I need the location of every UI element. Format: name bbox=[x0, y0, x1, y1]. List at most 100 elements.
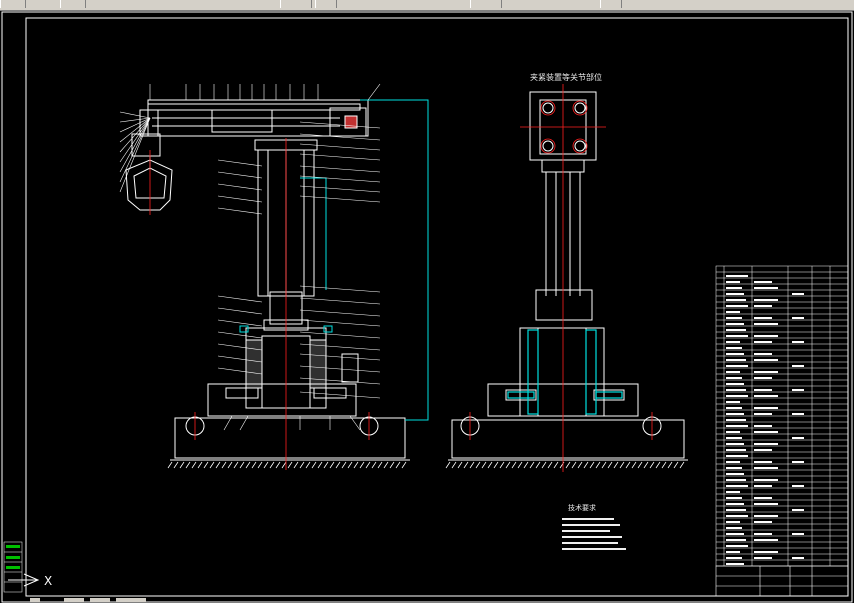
drawing-line bbox=[553, 461, 559, 469]
drawing-line bbox=[631, 461, 637, 469]
drawing-line bbox=[661, 461, 667, 469]
drawing-line bbox=[215, 461, 221, 469]
drawing-rect bbox=[726, 491, 740, 493]
title-block bbox=[715, 565, 849, 597]
drawing-rect bbox=[726, 407, 742, 409]
drawing-line bbox=[559, 461, 565, 469]
drawing-line bbox=[217, 195, 263, 203]
drawing-line bbox=[475, 461, 481, 469]
drawing-line bbox=[275, 461, 281, 469]
drawing-line bbox=[233, 461, 239, 469]
drawing-rect bbox=[754, 389, 772, 391]
drawing-line bbox=[505, 461, 511, 469]
left-strip-green bbox=[6, 545, 20, 569]
drawing-rect bbox=[726, 395, 748, 397]
drawing-line bbox=[263, 461, 269, 469]
drawing-rect bbox=[726, 503, 744, 505]
drawing-rect bbox=[754, 557, 772, 559]
drawing-line bbox=[299, 185, 381, 193]
drawing-line bbox=[269, 461, 275, 469]
side-center-lines bbox=[469, 84, 653, 472]
drawing-line bbox=[625, 461, 631, 469]
drawing-line bbox=[457, 461, 463, 469]
side-cyan-details bbox=[507, 329, 623, 415]
drawing-line bbox=[203, 461, 209, 469]
drawing-line bbox=[353, 461, 359, 469]
drawing-rect bbox=[726, 497, 742, 499]
drawing-rect bbox=[754, 317, 772, 319]
drawing-line bbox=[299, 143, 381, 151]
properties-button[interactable] bbox=[600, 0, 622, 8]
drawing-rect bbox=[562, 548, 626, 550]
drawing-rect bbox=[726, 557, 742, 559]
drawing-line bbox=[523, 461, 529, 469]
drawing-line bbox=[299, 297, 381, 305]
drawing-canvas[interactable]: 夹紧装置等关节部位 技术要求 X bbox=[0, 10, 854, 603]
drawing-rect bbox=[754, 353, 772, 355]
drawing-line bbox=[299, 461, 305, 469]
drawing-rect bbox=[754, 425, 772, 427]
drawing-rect bbox=[792, 317, 804, 319]
undo-button[interactable] bbox=[280, 0, 312, 8]
drawing-line bbox=[299, 331, 381, 339]
drawing-rect bbox=[754, 479, 778, 481]
drawing-rect bbox=[726, 455, 748, 457]
drawing-rect bbox=[754, 341, 772, 343]
drawing-rect bbox=[726, 509, 746, 511]
redo-button[interactable] bbox=[315, 0, 337, 8]
drawing-line bbox=[119, 117, 151, 183]
side-view bbox=[448, 91, 688, 461]
drawing-rect bbox=[726, 317, 742, 319]
drawing-line bbox=[299, 391, 381, 399]
drawing-line bbox=[481, 461, 487, 469]
drawing-rect bbox=[754, 449, 772, 451]
drawing-line bbox=[299, 319, 381, 327]
drawing-rect bbox=[754, 413, 772, 415]
drawing-line bbox=[217, 319, 263, 327]
drawing-line bbox=[535, 461, 541, 469]
drawing-rect bbox=[562, 536, 622, 538]
drawing-rect bbox=[726, 527, 742, 529]
drawing-rect bbox=[726, 353, 744, 355]
drawing-line bbox=[217, 183, 263, 191]
drawing-rect bbox=[726, 287, 742, 289]
drawing-rect bbox=[726, 545, 748, 547]
drawing-rect bbox=[792, 509, 804, 511]
drawing-rect bbox=[726, 383, 744, 385]
drawing-line bbox=[239, 461, 245, 469]
drawing-rect bbox=[726, 551, 740, 553]
drawing-rect bbox=[562, 530, 610, 532]
drawing-rect bbox=[726, 293, 744, 295]
drawing-rect bbox=[754, 407, 778, 409]
drawing-line bbox=[511, 461, 517, 469]
front-view bbox=[125, 99, 410, 461]
drawing-line bbox=[191, 461, 197, 469]
drawing-line bbox=[547, 461, 553, 469]
drawing-rect bbox=[792, 389, 804, 391]
drawing-line bbox=[281, 461, 287, 469]
drawing-rect bbox=[754, 551, 778, 553]
drawing-rect bbox=[754, 281, 772, 283]
drawing-line bbox=[257, 461, 263, 469]
drawing-rect bbox=[726, 347, 742, 349]
tech-requirements-title: 技术要求 bbox=[568, 503, 596, 512]
drawing-rect bbox=[754, 443, 778, 445]
layers-button[interactable] bbox=[470, 0, 502, 8]
drawing-rect bbox=[726, 563, 744, 565]
drawing-rect bbox=[754, 521, 772, 523]
drawing-line bbox=[217, 171, 263, 179]
drawing-line bbox=[607, 461, 613, 469]
drawing-line bbox=[217, 159, 263, 167]
drawing-rect bbox=[754, 467, 778, 469]
forward-button[interactable] bbox=[60, 0, 86, 8]
back-button[interactable] bbox=[0, 0, 26, 8]
drawing-rect bbox=[754, 371, 778, 373]
drawing-rect bbox=[726, 299, 746, 301]
drawing-line bbox=[367, 83, 381, 101]
drawing-line bbox=[119, 117, 151, 173]
drawing-rect bbox=[726, 425, 748, 427]
drawing-rect bbox=[726, 461, 740, 463]
drawing-rect bbox=[726, 479, 746, 481]
drawing-line bbox=[209, 461, 215, 469]
drawing-line bbox=[299, 309, 381, 317]
